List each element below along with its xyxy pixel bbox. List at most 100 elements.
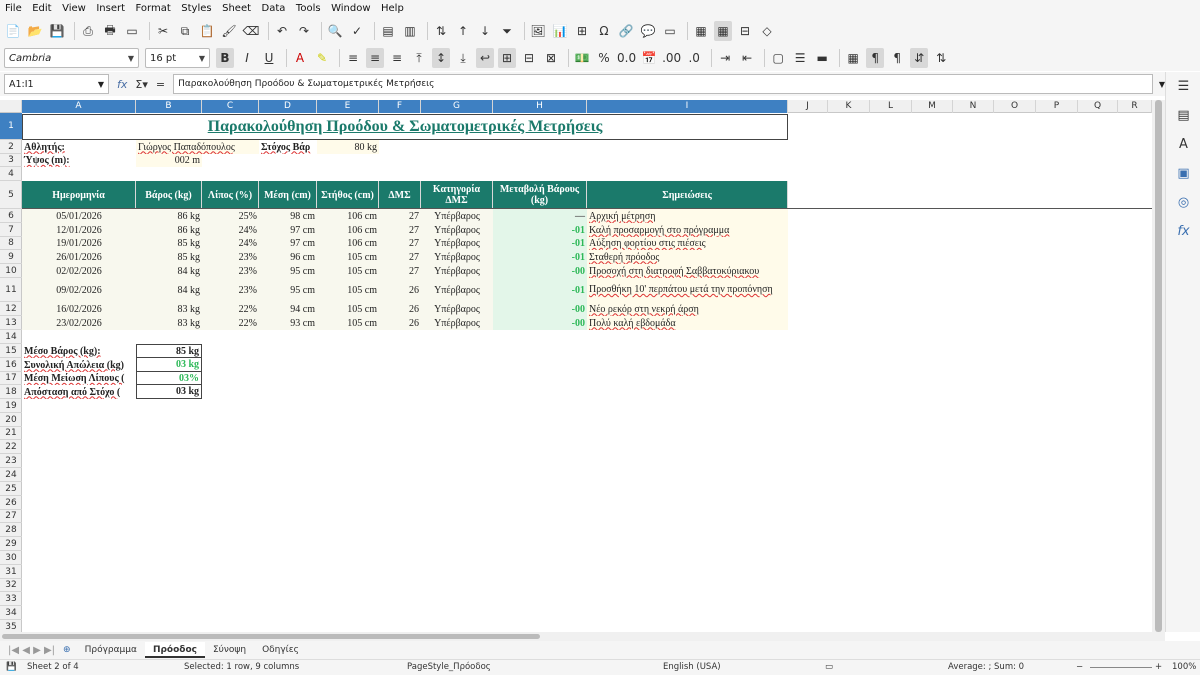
column-header-O[interactable]: O [994,100,1036,113]
table-cell[interactable]: 96 cm [259,250,317,264]
summary-value[interactable]: 03 kg [136,385,202,399]
merge-center-icon[interactable]: ⊞ [498,48,516,68]
height-label[interactable]: Ύψος (m): [22,154,136,167]
define-print-area-icon[interactable]: ▦ [692,21,710,41]
row-header-31[interactable]: 31 [0,565,22,579]
font-size-box[interactable]: 16 pt ▼ [145,48,210,68]
row-header-21[interactable]: 21 [0,427,22,440]
status-zoom[interactable]: 100% [1172,662,1196,672]
row-header-16[interactable]: 16 [0,358,22,372]
align-bottom-icon[interactable]: ⤓ [454,48,472,68]
table-cell[interactable]: 105 cm [317,250,379,264]
summary-label[interactable]: Απόσταση από Στόχο ( [22,385,136,399]
table-cell[interactable]: 22% [202,316,259,330]
row-header-14[interactable]: 14 [0,330,22,344]
row-header-22[interactable]: 22 [0,440,22,454]
table-cell[interactable]: Σταθερή πρόοδος [587,250,788,264]
table-cell[interactable]: 84 kg [136,278,202,302]
open-icon[interactable]: 📂 [26,21,44,41]
tab-4[interactable]: Οδηγίες [254,642,307,658]
find-replace-icon[interactable]: 🔍 [326,21,344,41]
selection-mode-icon[interactable]: ▭ [825,662,833,672]
table-cell[interactable]: 24% [202,223,259,237]
row-header-28[interactable]: 28 [0,523,22,537]
menu-format[interactable]: Format [136,3,171,14]
table-cell[interactable]: 106 cm [317,209,379,223]
save-icon[interactable]: 💾 [48,21,66,41]
clone-format-icon[interactable]: 🖌 [220,21,238,41]
tab-nav-arrows-icon[interactable]: |◀ ◀ ▶ ▶| [8,645,55,656]
table-cell[interactable]: -01 [493,278,587,302]
column-icon[interactable]: ▥ [401,21,419,41]
chart-icon[interactable]: 📊 [551,21,569,41]
styles-icon[interactable]: A [1166,130,1200,159]
vertical-scroll-thumb[interactable] [1155,100,1162,632]
summary-label[interactable]: Συνολική Απώλεια (kg) [22,358,136,372]
column-header-C[interactable]: C [202,100,259,113]
summary-value[interactable]: 03% [136,372,202,385]
status-pagestyle[interactable]: PageStyle_Πρόοδος [407,662,491,672]
table-cell[interactable]: 86 kg [136,209,202,223]
column-header-cell[interactable]: Στήθος (cm) [317,181,379,209]
add-sheet-icon[interactable]: ⊕ [63,645,71,655]
menu-window[interactable]: Window [331,3,370,14]
table-cell[interactable]: 27 [379,237,421,250]
table-cell[interactable]: Προσοχή στη διατροφή Σαββατοκύριακου [587,264,788,278]
table-cell[interactable]: -01 [493,250,587,264]
sum-icon[interactable]: Σ▾ [135,78,147,91]
border-color-icon[interactable]: ▬ [813,48,831,68]
table-cell[interactable]: 23% [202,278,259,302]
row-header-3[interactable]: 3 [0,154,22,167]
sort-icon[interactable]: ⇅ [432,21,450,41]
summary-label[interactable]: Μέση Μείωση Λίπους ( [22,372,136,385]
row-header-9[interactable]: 9 [0,250,22,264]
table-cell[interactable]: -00 [493,302,587,316]
row-header-20[interactable]: 20 [0,413,22,427]
column-header-cell[interactable]: Ημερομηνία [22,181,136,209]
table-cell[interactable]: 25% [202,209,259,223]
gallery-icon[interactable]: ▣ [1166,159,1200,188]
comment-icon[interactable]: 💬 [639,21,657,41]
merge-cells-icon[interactable]: ⊟ [520,48,538,68]
percent-icon[interactable]: % [595,48,613,68]
summary-label[interactable]: Μέσο Βάρος (kg): [22,344,136,358]
table-cell[interactable]: 26/01/2026 [22,250,136,264]
column-header-E[interactable]: E [317,100,379,113]
delete-decimal-icon[interactable]: .0 [685,48,703,68]
menu-edit[interactable]: Edit [32,3,51,14]
navigator-icon[interactable]: ◎ [1166,188,1200,217]
ltr-icon[interactable]: ¶ [866,48,885,68]
italic-icon[interactable]: I [238,48,256,68]
hamburger-menu-icon[interactable]: ☰ [1166,72,1200,101]
column-header-cell[interactable]: Μέση (cm) [259,181,317,209]
table-cell[interactable]: Αύξηση φορτίου στις πιέσεις [587,237,788,250]
table-cell[interactable]: 85 kg [136,250,202,264]
underline-icon[interactable]: U [260,48,278,68]
table-cell[interactable]: 27 [379,223,421,237]
table-cell[interactable]: -00 [493,264,587,278]
table-cell[interactable]: 27 [379,250,421,264]
spelling-icon[interactable]: ✓ [348,21,366,41]
image-icon[interactable]: 🖼 [529,21,547,41]
wrap-text-icon[interactable]: ↩ [476,48,494,68]
autofilter-icon[interactable]: ⏷ [498,21,516,41]
sheet-title[interactable]: Παρακολούθηση Προόδου & Σωματομετρικές Μ… [22,114,788,140]
table-cell[interactable]: Πολύ καλή εβδομάδα [587,316,788,330]
table-cell[interactable]: Υπέρβαρος [421,302,493,316]
align-top-icon[interactable]: ⤒ [410,48,428,68]
column-header-K[interactable]: K [828,100,870,113]
tab-1[interactable]: Πρόγραμμα [77,642,145,658]
column-header-cell[interactable]: Σημειώσεις [587,181,788,209]
print-icon[interactable]: 🖶 [101,21,119,41]
tab-3[interactable]: Σύνοψη [205,642,254,658]
summary-value[interactable]: 03 kg [136,358,202,372]
target-label[interactable]: Στόχος Βάρ [259,140,317,154]
corner-cell[interactable] [0,100,22,113]
row-icon[interactable]: ▤ [379,21,397,41]
table-cell[interactable]: Αρχική μέτρηση [587,209,788,223]
table-cell[interactable]: 23% [202,250,259,264]
column-header-R[interactable]: R [1118,100,1152,113]
increase-indent-icon[interactable]: ⇥ [716,48,734,68]
table-cell[interactable]: 05/01/2026 [22,209,136,223]
column-header-A[interactable]: A [22,100,136,113]
